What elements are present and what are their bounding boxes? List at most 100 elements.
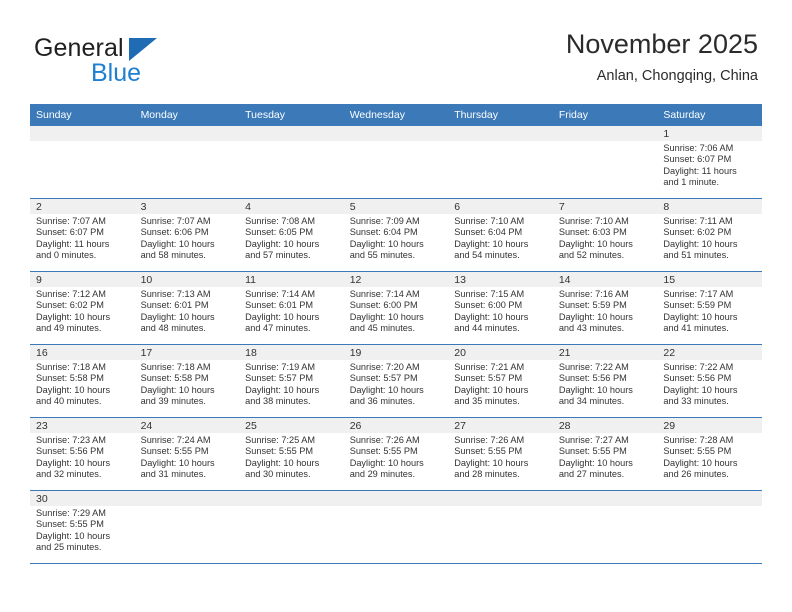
day-sunset-text: Sunset: 6:01 PM: [245, 300, 314, 311]
calendar-cell-inner: [239, 491, 344, 563]
calendar-cell-day[interactable]: 14 Sunrise: 7:16 AM Sunset: 5:59 PM Dayligh…: [552, 271, 658, 345]
day-daylight-line2-text: and 36 minutes.: [349, 396, 416, 407]
day-number: [343, 126, 449, 141]
calendar-cell-empty: [552, 490, 658, 564]
calendar-cell-day[interactable]: 8 Sunrise: 7:11 AM Sunset: 6:02 PM Daylight…: [657, 198, 762, 272]
calendar-cell-inner: [343, 491, 449, 563]
calendar-cell-day[interactable]: 2 Sunrise: 7:07 AM Sunset: 6:07 PM Daylight…: [30, 198, 135, 272]
day-daylight-line1-text: Daylight: 11 hours: [36, 238, 110, 249]
day-daylight-line2-text: and 43 minutes.: [558, 323, 625, 334]
calendar-cell-day[interactable]: 9 Sunrise: 7:12 AM Sunset: 6:02 PM Daylight…: [30, 271, 135, 345]
calendar-cell-inner: [657, 491, 762, 563]
calendar-cell-day[interactable]: 20 Sunrise: 7:21 AM Sunset: 5:57 PM Dayligh…: [448, 344, 553, 418]
day-daylight-line1-text: Daylight: 10 hours: [663, 238, 738, 249]
calendar-cell-inner: 25 Sunrise: 7:25 AM Sunset: 5:55 PM Dayligh…: [239, 418, 344, 490]
day-daylight-line1-text: Daylight: 10 hours: [558, 238, 633, 249]
day-number: 1: [657, 126, 762, 141]
calendar-cell-day[interactable]: 27 Sunrise: 7:26 AM Sunset: 5:55 PM Dayligh…: [448, 417, 553, 491]
day-sunrise-text: Sunrise: 7:07 AM: [36, 216, 106, 226]
day-number: 13: [448, 272, 553, 287]
calendar-cell-empty: [552, 126, 658, 199]
calendar-cell-day[interactable]: 7 Sunrise: 7:10 AM Sunset: 6:03 PM Daylight…: [552, 198, 658, 272]
calendar-cell-day[interactable]: 18 Sunrise: 7:19 AM Sunset: 5:57 PM Dayligh…: [239, 344, 344, 418]
calendar-cell-day[interactable]: 13 Sunrise: 7:15 AM Sunset: 6:00 PM Dayligh…: [448, 271, 553, 345]
calendar-cell-inner: 20 Sunrise: 7:21 AM Sunset: 5:57 PM Dayligh…: [448, 345, 553, 417]
day-daylight-line2-text: and 27 minutes.: [558, 469, 625, 480]
day-number: [448, 126, 553, 141]
day-sunset-text: Sunset: 6:07 PM: [36, 227, 104, 238]
day-sunset-text: Sunset: 5:55 PM: [454, 446, 523, 457]
calendar-cell-day[interactable]: 24 Sunrise: 7:24 AM Sunset: 5:55 PM Dayligh…: [134, 417, 240, 491]
day-number: 21: [552, 345, 658, 360]
calendar-cell-inner: 3 Sunrise: 7:07 AM Sunset: 6:06 PM Daylight…: [134, 199, 240, 271]
calendar-cell-inner: 14 Sunrise: 7:16 AM Sunset: 5:59 PM Dayligh…: [552, 272, 658, 344]
day-number: 9: [30, 272, 135, 287]
calendar-cell-day[interactable]: 12 Sunrise: 7:14 AM Sunset: 6:00 PM Dayligh…: [343, 271, 449, 345]
day-number: [134, 491, 240, 506]
weekday-header-tuesday: Tuesday: [239, 104, 344, 126]
day-sunset-text: Sunset: 5:58 PM: [140, 373, 209, 384]
day-sunset-text: Sunset: 5:57 PM: [454, 373, 523, 384]
calendar-cell-day[interactable]: 26 Sunrise: 7:26 AM Sunset: 5:55 PM Dayligh…: [343, 417, 449, 491]
day-sunrise-text: Sunrise: 7:14 AM: [349, 289, 420, 299]
calendar-cell-day[interactable]: 23 Sunrise: 7:23 AM Sunset: 5:56 PM Dayligh…: [30, 417, 135, 491]
day-sunset-text: Sunset: 5:56 PM: [558, 373, 627, 384]
day-sunrise-text: Sunrise: 7:06 AM: [663, 143, 734, 153]
calendar-cell-day[interactable]: 15 Sunrise: 7:17 AM Sunset: 5:59 PM Dayligh…: [657, 271, 762, 345]
calendar-cell-day[interactable]: 28 Sunrise: 7:27 AM Sunset: 5:55 PM Dayligh…: [552, 417, 658, 491]
day-number: 28: [552, 418, 658, 433]
calendar-cell-inner: [134, 491, 240, 563]
day-sunset-text: Sunset: 6:04 PM: [349, 227, 418, 238]
calendar-cell-day[interactable]: 11 Sunrise: 7:14 AM Sunset: 6:01 PM Dayligh…: [239, 271, 344, 345]
calendar-cell-day[interactable]: 29 Sunrise: 7:28 AM Sunset: 5:55 PM Dayligh…: [657, 417, 762, 491]
calendar-cell-day[interactable]: 21 Sunrise: 7:22 AM Sunset: 5:56 PM Dayligh…: [552, 344, 658, 418]
calendar-cell-inner: 1 Sunrise: 7:06 AM Sunset: 6:07 PM Daylight…: [657, 126, 762, 198]
day-details: Sunrise: 7:22 AM Sunset: 5:56 PM Daylight:…: [553, 360, 658, 408]
calendar-cell-inner: 4 Sunrise: 7:08 AM Sunset: 6:05 PM Daylight…: [239, 199, 344, 271]
weekday-header-friday: Friday: [552, 104, 658, 126]
calendar-cell-day[interactable]: 4 Sunrise: 7:08 AM Sunset: 6:05 PM Daylight…: [239, 198, 344, 272]
day-daylight-line2-text: and 29 minutes.: [349, 469, 416, 480]
calendar-cell-day[interactable]: 30 Sunrise: 7:29 AM Sunset: 5:55 PM Dayligh…: [30, 490, 135, 564]
day-number: 22: [657, 345, 762, 360]
calendar-cell-inner: 11 Sunrise: 7:14 AM Sunset: 6:01 PM Dayligh…: [239, 272, 344, 344]
day-daylight-line2-text: and 26 minutes.: [663, 469, 729, 480]
day-number: 16: [30, 345, 135, 360]
day-daylight-line1-text: Daylight: 10 hours: [663, 457, 738, 468]
day-daylight-line1-text: Daylight: 10 hours: [454, 384, 529, 395]
day-sunrise-text: Sunrise: 7:13 AM: [140, 289, 211, 299]
day-number: 10: [134, 272, 240, 287]
day-daylight-line2-text: and 57 minutes.: [245, 250, 311, 261]
day-number: 3: [134, 199, 240, 214]
calendar-cell-day[interactable]: 19 Sunrise: 7:20 AM Sunset: 5:57 PM Dayligh…: [343, 344, 449, 418]
calendar-cell-day[interactable]: 3 Sunrise: 7:07 AM Sunset: 6:06 PM Daylight…: [134, 198, 240, 272]
calendar-cell-day[interactable]: 16 Sunrise: 7:18 AM Sunset: 5:58 PM Dayligh…: [30, 344, 135, 418]
calendar-cell-inner: [30, 126, 135, 198]
day-daylight-line1-text: Daylight: 10 hours: [349, 384, 424, 395]
day-daylight-line1-text: Daylight: 10 hours: [36, 457, 111, 468]
calendar-cell-inner: [239, 126, 344, 198]
page-title: November 2025: [565, 29, 758, 59]
calendar-cell-day[interactable]: 17 Sunrise: 7:18 AM Sunset: 5:58 PM Dayligh…: [134, 344, 240, 418]
calendar-cell-day[interactable]: 1 Sunrise: 7:06 AM Sunset: 6:07 PM Daylight…: [657, 126, 762, 199]
calendar-cell-day[interactable]: 5 Sunrise: 7:09 AM Sunset: 6:04 PM Daylight…: [343, 198, 449, 272]
day-daylight-line2-text: and 33 minutes.: [663, 396, 729, 407]
day-number: 27: [448, 418, 553, 433]
day-details: Sunrise: 7:24 AM Sunset: 5:55 PM Daylight:…: [135, 433, 240, 481]
calendar-cell-inner: [552, 126, 658, 198]
day-daylight-line1-text: Daylight: 10 hours: [454, 457, 529, 468]
day-number: [657, 491, 762, 506]
day-sunset-text: Sunset: 5:57 PM: [349, 373, 418, 384]
day-sunset-text: Sunset: 5:56 PM: [36, 446, 104, 457]
day-sunrise-text: Sunrise: 7:25 AM: [245, 435, 316, 445]
day-daylight-line1-text: Daylight: 10 hours: [245, 384, 320, 395]
day-sunrise-text: Sunrise: 7:18 AM: [36, 362, 106, 372]
day-daylight-line2-text: and 48 minutes.: [140, 323, 206, 334]
calendar-cell-day[interactable]: 6 Sunrise: 7:10 AM Sunset: 6:04 PM Daylight…: [448, 198, 553, 272]
calendar-cell-day[interactable]: 10 Sunrise: 7:13 AM Sunset: 6:01 PM Dayligh…: [134, 271, 240, 345]
calendar-cell-day[interactable]: 25 Sunrise: 7:25 AM Sunset: 5:55 PM Dayligh…: [239, 417, 344, 491]
day-daylight-line1-text: Daylight: 10 hours: [140, 457, 215, 468]
day-daylight-line2-text: and 40 minutes.: [36, 396, 102, 407]
calendar-body: 1 Sunrise: 7:06 AM Sunset: 6:07 PM Daylight…: [30, 126, 762, 564]
calendar-cell-day[interactable]: 22 Sunrise: 7:22 AM Sunset: 5:56 PM Dayligh…: [657, 344, 762, 418]
